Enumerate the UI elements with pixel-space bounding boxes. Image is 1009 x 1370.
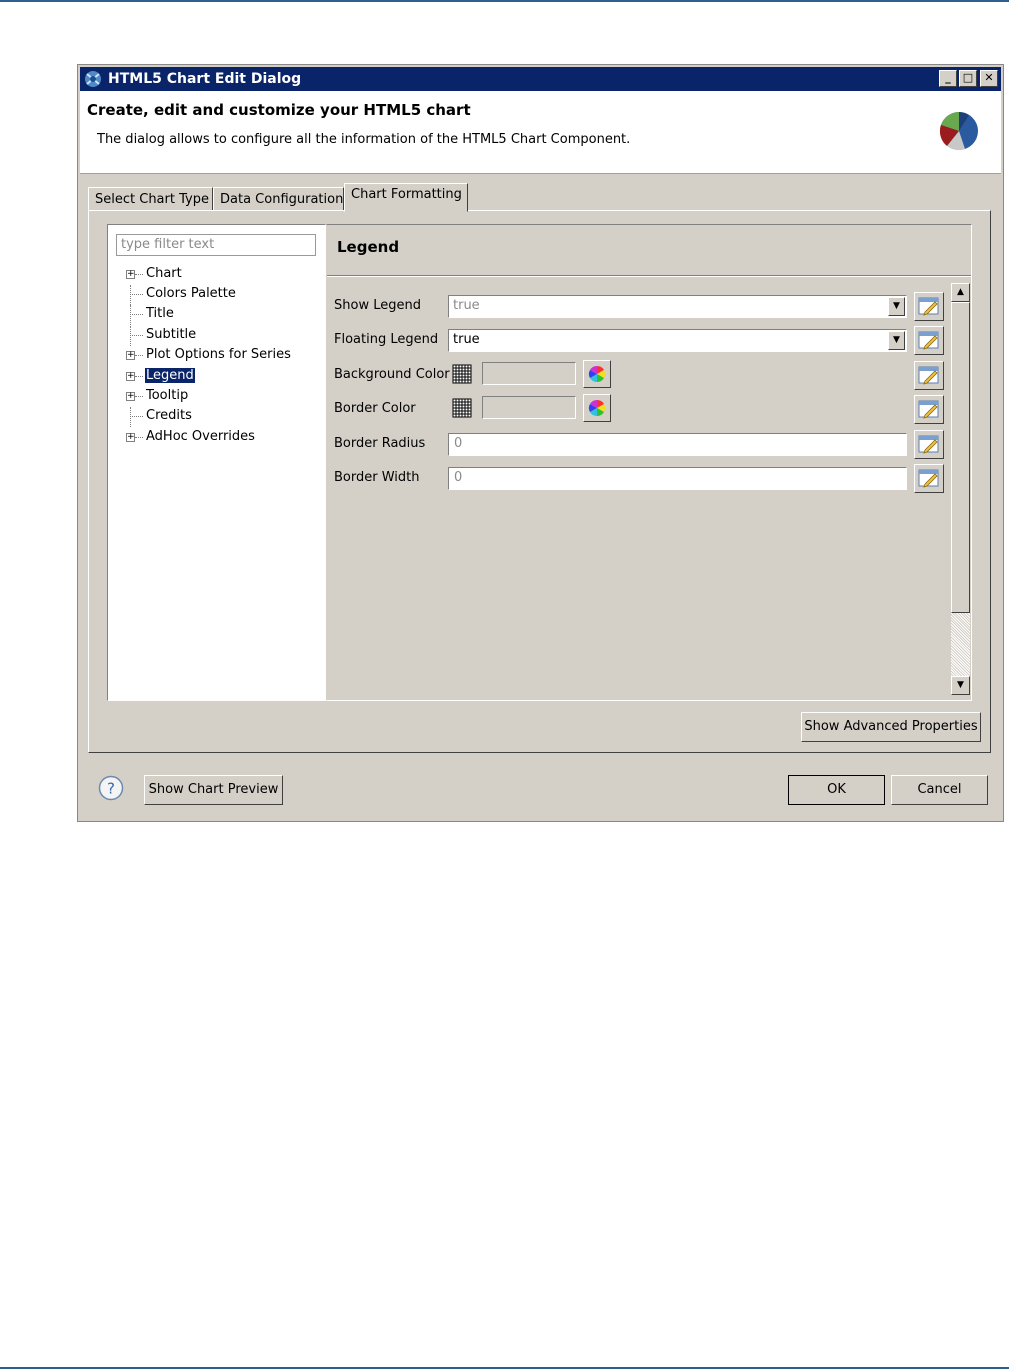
dropdown-arrow-icon[interactable]: ▼ — [888, 297, 905, 316]
page-bottom-rule — [0, 1367, 1009, 1369]
background-color-picker-button[interactable] — [583, 360, 611, 388]
title-bar[interactable]: HTML5 Chart Edit Dialog _ □ ✕ — [80, 67, 1001, 91]
tab-data-configuration[interactable]: Data Configuration — [213, 187, 344, 211]
maximize-button[interactable]: □ — [959, 70, 977, 87]
ok-button[interactable]: OK — [788, 775, 885, 805]
filter-input[interactable]: type filter text — [116, 234, 316, 256]
expand-icon[interactable]: + — [126, 351, 135, 360]
scroll-thumb[interactable] — [951, 302, 970, 613]
color-wheel-icon — [588, 365, 606, 383]
show-chart-preview-button[interactable]: Show Chart Preview — [144, 775, 283, 805]
show-legend-value: true — [453, 298, 480, 313]
tab-select-chart-type[interactable]: Select Chart Type — [88, 187, 213, 211]
border-radius-edit-button[interactable] — [914, 430, 944, 459]
edit-pencil-icon — [918, 469, 939, 488]
show-legend-combo[interactable]: true ▼ — [448, 295, 907, 318]
header-description: The dialog allows to configure all the i… — [97, 132, 631, 147]
border-radius-label: Border Radius — [334, 436, 426, 451]
tree-item-label: Tooltip — [146, 388, 189, 403]
border-color-well[interactable] — [482, 396, 576, 419]
chart-formatting-panel: type filter text + Chart Colors Palette … — [88, 210, 991, 753]
expand-icon[interactable]: + — [126, 433, 135, 442]
border-width-edit-button[interactable] — [914, 464, 944, 493]
close-button[interactable]: ✕ — [980, 70, 998, 87]
tree-item-label: Colors Palette — [146, 286, 236, 301]
border-radius-input[interactable]: 0 — [448, 433, 907, 456]
header-title: Create, edit and customize your HTML5 ch… — [87, 101, 471, 119]
vertical-scrollbar[interactable]: ▲ ▼ — [951, 283, 970, 695]
tree-item-credits[interactable]: Credits — [108, 407, 318, 427]
chart-app-icon — [85, 71, 101, 87]
tree-item-chart[interactable]: + Chart — [108, 265, 318, 285]
edit-pencil-icon — [918, 331, 939, 350]
tree-item-label: Legend — [145, 368, 195, 383]
show-legend-edit-button[interactable] — [914, 292, 944, 321]
scroll-up-icon[interactable]: ▲ — [951, 283, 970, 302]
border-color-picker-button[interactable] — [583, 394, 611, 422]
border-width-input[interactable]: 0 — [448, 467, 907, 490]
tree-item-title[interactable]: Title — [108, 305, 318, 325]
tree-item-label: Subtitle — [146, 327, 197, 342]
background-color-well[interactable] — [482, 362, 576, 385]
property-tree: type filter text + Chart Colors Palette … — [107, 224, 326, 701]
grid-icon[interactable] — [452, 398, 472, 418]
tab-chart-formatting[interactable]: Chart Formatting — [344, 183, 468, 212]
minimize-button[interactable]: _ — [939, 70, 957, 87]
dialog-header: Create, edit and customize your HTML5 ch… — [80, 91, 1001, 174]
scroll-down-icon[interactable]: ▼ — [951, 676, 970, 695]
background-color-label: Background Color — [334, 367, 450, 382]
show-advanced-properties-button[interactable]: Show Advanced Properties — [801, 712, 981, 742]
help-icon[interactable]: ? — [98, 775, 124, 801]
tree-item-label: Credits — [146, 408, 192, 423]
pie-chart-icon — [939, 112, 978, 151]
tree-item-label: Plot Options for Series — [146, 347, 291, 362]
border-radius-value: 0 — [454, 436, 463, 451]
tree-item-label: Chart — [146, 266, 182, 281]
grid-icon[interactable] — [452, 364, 472, 384]
properties-pane: Legend Show Legend true ▼ Floating Legen… — [326, 224, 972, 701]
tree-item-adhoc-overrides[interactable]: + AdHoc Overrides — [108, 428, 318, 448]
color-wheel-icon — [588, 399, 606, 417]
tree-item-tooltip[interactable]: + Tooltip — [108, 387, 318, 407]
dropdown-arrow-icon[interactable]: ▼ — [888, 331, 905, 350]
tree-item-legend[interactable]: + Legend — [108, 367, 318, 387]
floating-legend-value: true — [453, 332, 480, 347]
floating-legend-combo[interactable]: true ▼ — [448, 329, 907, 352]
edit-pencil-icon — [918, 366, 939, 385]
floating-legend-edit-button[interactable] — [914, 326, 944, 355]
page-top-rule — [0, 0, 1009, 2]
expand-icon[interactable]: + — [126, 372, 135, 381]
section-divider — [327, 275, 971, 277]
edit-pencil-icon — [918, 435, 939, 454]
cancel-button[interactable]: Cancel — [891, 775, 988, 805]
edit-pencil-icon — [918, 400, 939, 419]
chart-edit-dialog: HTML5 Chart Edit Dialog _ □ ✕ Create, ed… — [77, 64, 1004, 822]
tree-item-subtitle[interactable]: Subtitle — [108, 326, 318, 346]
border-color-label: Border Color — [334, 401, 416, 416]
edit-pencil-icon — [918, 297, 939, 316]
border-color-edit-button[interactable] — [914, 395, 944, 424]
svg-text:?: ? — [107, 780, 115, 798]
background-color-edit-button[interactable] — [914, 361, 944, 390]
tree-item-label: AdHoc Overrides — [146, 429, 255, 444]
dialog-title: HTML5 Chart Edit Dialog — [108, 71, 302, 87]
tree-item-plot-options[interactable]: + Plot Options for Series — [108, 346, 318, 366]
show-legend-label: Show Legend — [334, 298, 421, 313]
border-width-label: Border Width — [334, 470, 420, 485]
expand-icon[interactable]: + — [126, 392, 135, 401]
section-title: Legend — [337, 238, 400, 256]
floating-legend-label: Floating Legend — [334, 332, 439, 347]
border-width-value: 0 — [454, 470, 463, 485]
tree-item-label: Title — [146, 306, 174, 321]
tree-item-colors-palette[interactable]: Colors Palette — [108, 285, 318, 305]
expand-icon[interactable]: + — [126, 270, 135, 279]
